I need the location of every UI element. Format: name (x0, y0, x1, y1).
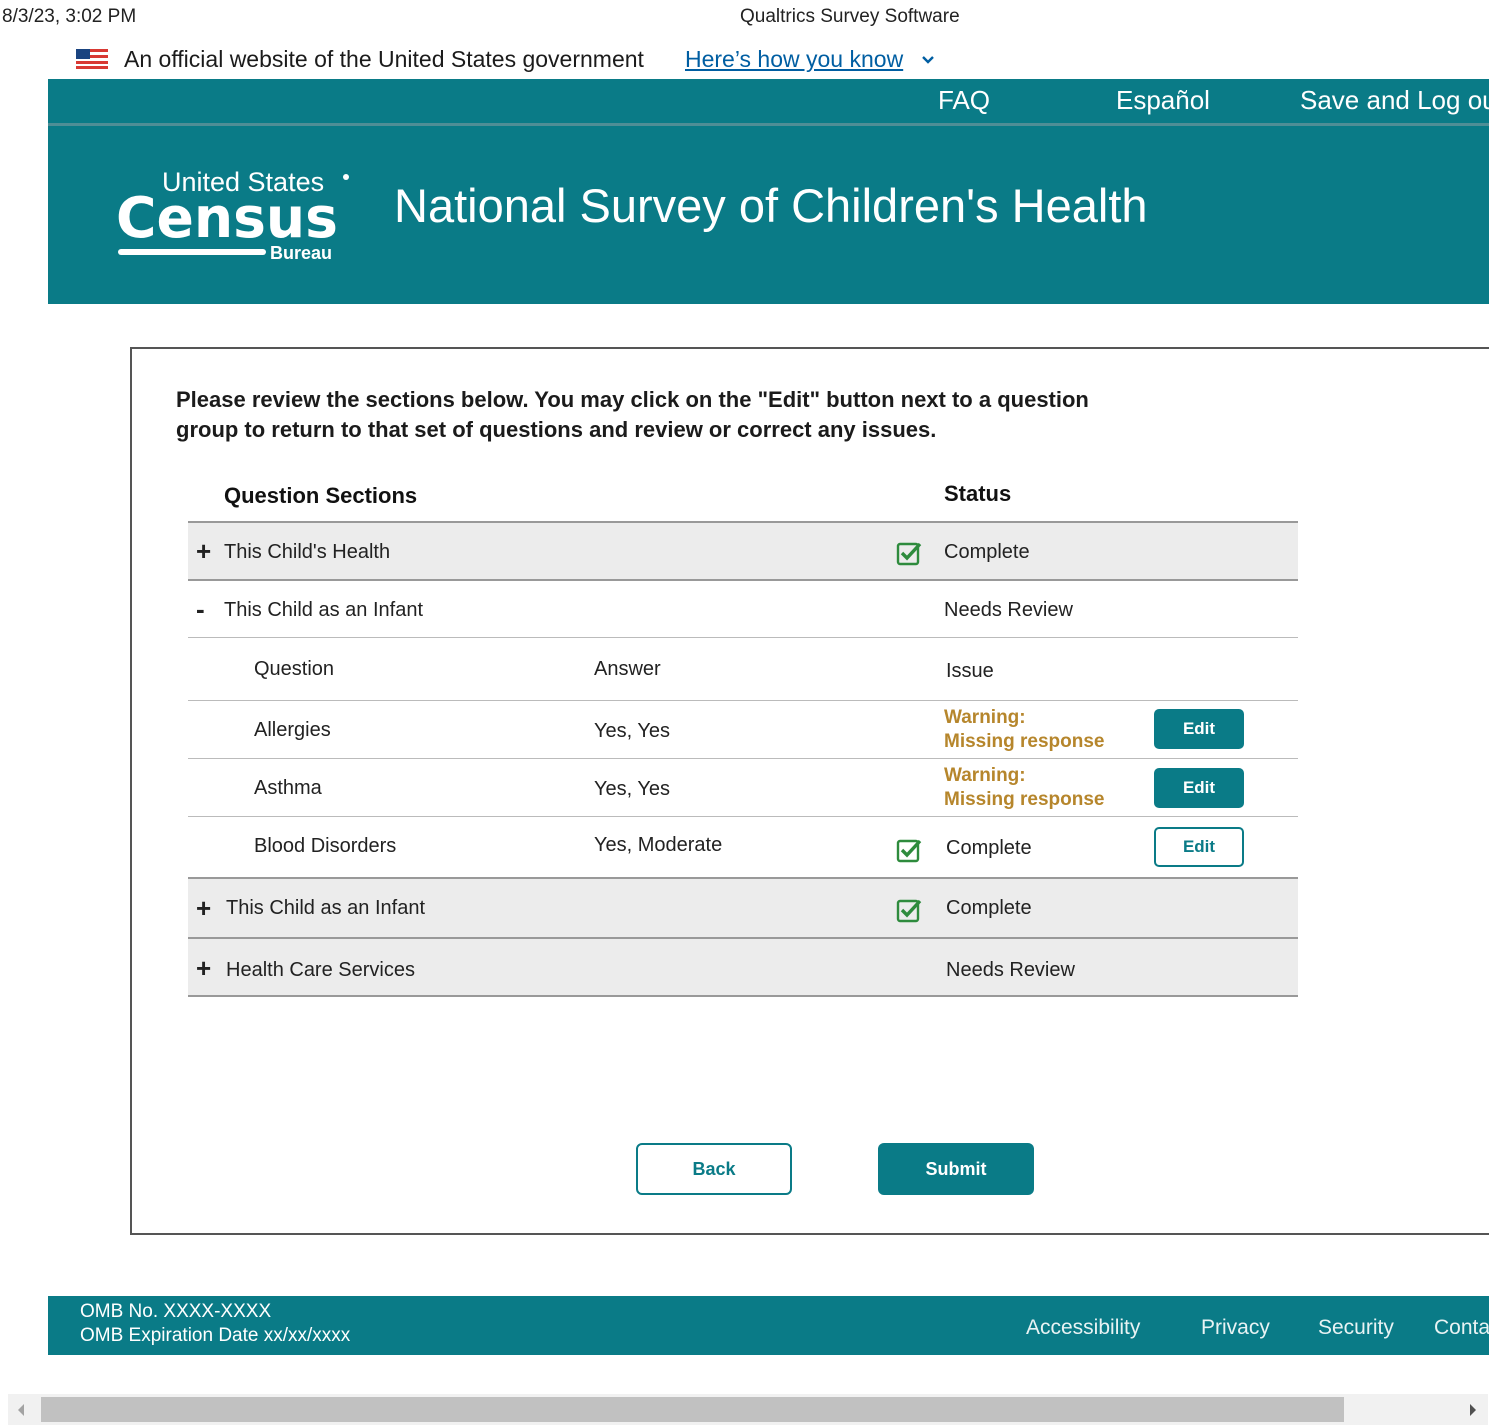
warning-detail: Missing response (944, 789, 1105, 810)
census-bureau-logo: United States Census Bureau (116, 167, 349, 261)
edit-button[interactable]: Edit (1154, 827, 1244, 867)
back-button[interactable]: Back (636, 1143, 792, 1195)
print-title: Qualtrics Survey Software (740, 6, 960, 27)
survey-page: An official website of the United States… (48, 42, 1489, 1355)
chevron-down-icon[interactable] (920, 52, 936, 68)
save-logout-link[interactable]: Save and Log ou (1300, 85, 1489, 116)
warning-message: Warning: Missing response (944, 706, 1105, 754)
scrollbar-thumb[interactable] (41, 1397, 1344, 1422)
privacy-link[interactable]: Privacy (1201, 1316, 1270, 1340)
table-header: Question Sections Status (188, 469, 1298, 523)
collapse-toggle[interactable]: - (196, 596, 205, 622)
question-name: Allergies (254, 719, 331, 741)
sub-table-header: Question Answer Issue (188, 638, 1298, 701)
header-status: Status (944, 481, 1012, 506)
section-row[interactable]: + Health Care Services Needs Review (188, 939, 1298, 997)
section-status: Complete (944, 541, 1030, 563)
question-sections-table: Question Sections Status + This Child's … (188, 469, 1298, 997)
instructions-line-2: group to return to that set of questions… (176, 417, 937, 442)
section-row[interactable]: - This Child as an Infant Needs Review (188, 581, 1298, 638)
submit-button[interactable]: Submit (878, 1143, 1034, 1195)
sub-header-question: Question (254, 658, 335, 680)
omb-expiration: OMB Expiration Date xx/xx/xxxx (80, 1325, 351, 1346)
section-row[interactable]: + This Child as an Infant Complete (188, 879, 1298, 939)
warning-label: Warning: (944, 765, 1026, 786)
print-date: 8/3/23, 3:02 PM (2, 6, 137, 27)
footer: OMB No. XXXX-XXXX OMB Expiration Date xx… (48, 1296, 1489, 1355)
scroll-right-icon[interactable] (1470, 1404, 1476, 1416)
logo-bureau: Bureau (270, 243, 332, 261)
section-name: This Child's Health (224, 541, 391, 563)
security-link[interactable]: Security (1318, 1316, 1394, 1340)
svg-text:Bureau: Bureau (270, 243, 332, 261)
question-row: Allergies Yes, Yes Warning: Missing resp… (188, 701, 1298, 759)
expand-toggle[interactable]: + (196, 955, 211, 981)
warning-message: Warning: Missing response (944, 764, 1105, 812)
question-row: Asthma Yes, Yes Warning: Missing respons… (188, 759, 1298, 817)
section-name: Health Care Services (226, 959, 415, 981)
issue-status: Complete (946, 837, 1032, 859)
warning-detail: Missing response (944, 731, 1105, 752)
gov-banner: An official website of the United States… (48, 42, 1489, 79)
survey-title: National Survey of Children's Health (394, 179, 1148, 232)
us-flag-icon (76, 49, 108, 69)
section-status: Needs Review (944, 599, 1073, 621)
section-status: Needs Review (946, 959, 1075, 981)
question-name: Blood Disorders (254, 835, 397, 857)
scroll-left-icon[interactable] (18, 1404, 24, 1416)
omb-number: OMB No. XXXX-XXXX (80, 1301, 272, 1322)
omb-info: OMB No. XXXX-XXXX OMB Expiration Date xx… (80, 1300, 350, 1348)
horizontal-scrollbar[interactable] (8, 1394, 1488, 1425)
answer-value: Yes, Yes (594, 778, 671, 800)
section-status: Complete (946, 897, 1032, 919)
answer-value: Yes, Moderate (594, 834, 723, 856)
top-nav: FAQ Español Save and Log ou (48, 79, 1489, 126)
checkbox-checked-icon (896, 542, 922, 566)
espanol-link[interactable]: Español (1116, 85, 1210, 116)
question-name: Asthma (254, 777, 322, 799)
review-panel: Please review the sections below. You ma… (130, 347, 1489, 1235)
sub-header-issue: Issue (946, 660, 994, 682)
sub-header-answer: Answer (594, 658, 661, 680)
expand-toggle[interactable]: + (196, 538, 211, 564)
checkbox-checked-icon (896, 899, 922, 923)
masthead: United States Census Bureau National Sur… (48, 126, 1489, 304)
warning-label: Warning: (944, 707, 1026, 728)
section-name: This Child as an Infant (224, 599, 423, 621)
review-instructions: Please review the sections below. You ma… (176, 385, 1176, 445)
logo-census: Census (116, 186, 338, 251)
edit-button[interactable]: Edit (1154, 709, 1244, 749)
contact-link[interactable]: Conta (1434, 1316, 1489, 1340)
question-row: Blood Disorders Yes, Moderate Complete E… (188, 817, 1298, 879)
gov-banner-text: An official website of the United States… (124, 46, 644, 72)
answer-value: Yes, Yes (594, 720, 671, 742)
instructions-line-1: Please review the sections below. You ma… (176, 387, 1089, 412)
header-question-sections: Question Sections (224, 483, 418, 508)
section-row[interactable]: + This Child's Health Complete (188, 523, 1298, 581)
section-name: This Child as an Infant (226, 897, 425, 919)
expand-toggle[interactable]: + (196, 895, 211, 921)
print-header: 8/3/23, 3:02 PM Qualtrics Survey Softwar… (0, 0, 1493, 36)
edit-button[interactable]: Edit (1154, 768, 1244, 808)
heres-how-you-know-link[interactable]: Here’s how you know (685, 46, 903, 73)
checkbox-checked-icon (896, 839, 922, 863)
accessibility-link[interactable]: Accessibility (1026, 1316, 1140, 1340)
faq-link[interactable]: FAQ (938, 85, 990, 116)
svg-text:Census: Census (116, 186, 338, 251)
